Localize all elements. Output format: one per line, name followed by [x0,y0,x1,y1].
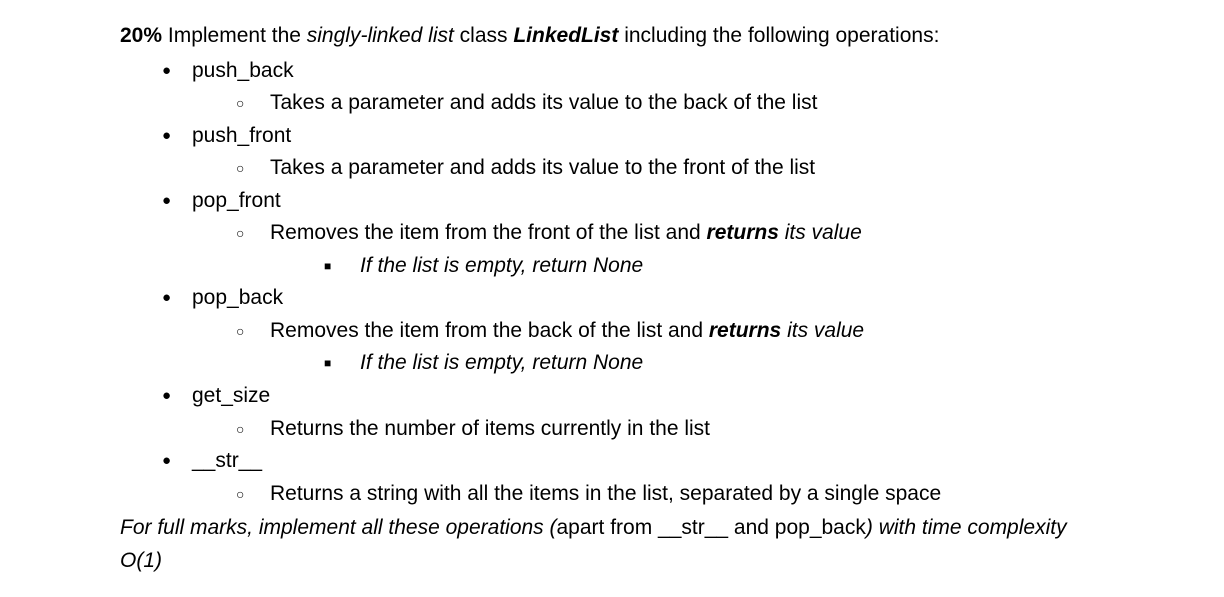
intro-em1: singly-linked list [307,24,454,47]
text-run: Takes a parameter and adds its value to … [270,156,815,179]
operation-name: push_front [192,124,291,147]
operation-sub-list: Takes a parameter and adds its value to … [192,87,1104,120]
operation-name: pop_back [192,286,283,309]
operation-subsub-list: If the list is empty, return None [270,347,1104,380]
text-run: returns [707,221,779,244]
text-run: Removes the item from the back of the li… [270,319,709,342]
text-run: Returns a string with all the items in t… [270,482,941,505]
operation-sub-item: Returns a string with all the items in t… [236,478,1104,511]
operation-name: get_size [192,384,270,407]
text-run: Returns the number of items currently in… [270,417,710,440]
operation-subsub-item: If the list is empty, return None [324,250,1104,283]
intro-pre: Implement the [162,24,307,47]
operation-sub-item: Takes a parameter and adds its value to … [236,152,1104,185]
operation-sub-list: Removes the item from the back of the li… [192,315,1104,380]
operation-sub-list: Takes a parameter and adds its value to … [192,152,1104,185]
operation-sub-item: Takes a parameter and adds its value to … [236,87,1104,120]
footnote-plain: apart from __str__ and pop_back [557,516,866,539]
text-run: returns [709,319,781,342]
footnote-p1: For full marks, implement all these oper… [120,516,557,539]
intro-line: 20% Implement the singly-linked list cla… [120,20,1104,53]
text-run: If the list is empty, return None [360,351,643,374]
intro-mid: class [454,24,514,47]
operation-item: pop_front Removes the item from the front… [162,185,1104,283]
operation-name: pop_front [192,189,281,212]
operation-subsub-list: If the list is empty, return None [270,250,1104,283]
intro-em2: LinkedList [513,24,618,47]
operation-item: pop_back Removes the item from the back o… [162,282,1104,380]
operation-sub-item: Removes the item from the front of the l… [236,217,1104,282]
operation-item: push_front Takes a parameter and adds its… [162,120,1104,185]
text-run: Removes the item from the front of the l… [270,221,707,244]
weight-label: 20% [120,24,162,47]
document-page: 20% Implement the singly-linked list cla… [0,20,1224,577]
operation-sub-list: Removes the item from the front of the l… [192,217,1104,282]
footnote: For full marks, implement all these oper… [120,512,1104,577]
operation-sub-item: Returns the number of items currently in… [236,413,1104,446]
operations-list: push_back Takes a parameter and adds its … [120,55,1104,511]
intro-post: including the following operations: [618,24,939,47]
operation-item: __str__ Returns a string with all the ite… [162,445,1104,510]
text-run: Takes a parameter and adds its value to … [270,91,817,114]
operation-name: push_back [192,59,294,82]
operation-subsub-item: If the list is empty, return None [324,347,1104,380]
text-run: its value [781,319,864,342]
operation-sub-list: Returns a string with all the items in t… [192,478,1104,511]
text-run: its value [779,221,862,244]
operation-sub-list: Returns the number of items currently in… [192,413,1104,446]
operation-item: push_back Takes a parameter and adds its … [162,55,1104,120]
operation-item: get_sizeReturns the number of items curr… [162,380,1104,445]
operation-sub-item: Removes the item from the back of the li… [236,315,1104,380]
operation-name: __str__ [192,449,262,472]
text-run: If the list is empty, return None [360,254,643,277]
